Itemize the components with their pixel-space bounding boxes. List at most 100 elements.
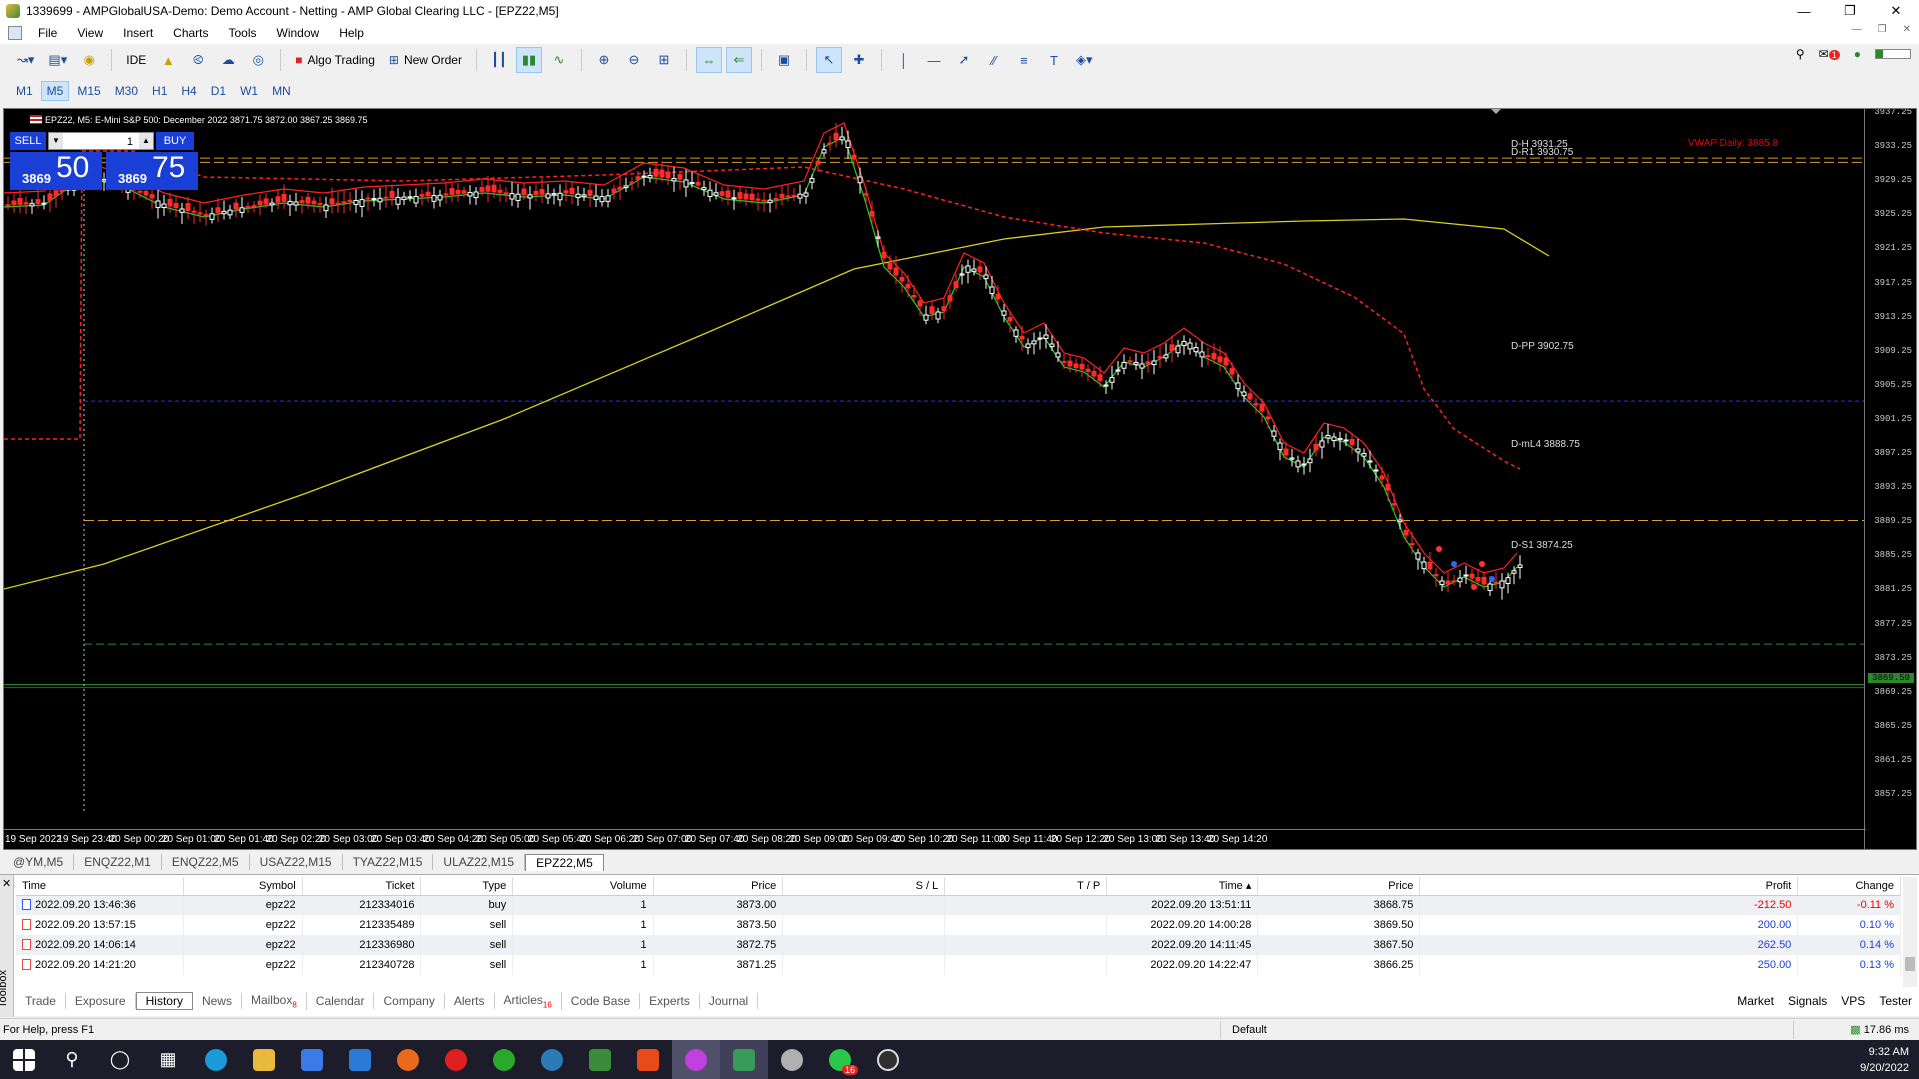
- market-watch-icon[interactable]: ◉: [76, 47, 102, 73]
- symbol-tab[interactable]: @YM,M5: [3, 854, 75, 870]
- obs-icon[interactable]: [864, 1040, 912, 1079]
- symbol-tab[interactable]: ENQZ22,M5: [162, 854, 250, 870]
- table-row[interactable]: 2022.09.20 13:46:36 epz22 212334016 buy 1 387…: [16, 895, 1901, 915]
- search-icon[interactable]: ⚲: [1796, 47, 1805, 61]
- tf-h1[interactable]: H1: [146, 81, 173, 101]
- tf-m30[interactable]: M30: [109, 81, 144, 101]
- cursor-icon[interactable]: ↖: [815, 47, 842, 73]
- close-button[interactable]: ✕: [1873, 0, 1919, 22]
- metatrader-app-icon[interactable]: [576, 1040, 624, 1079]
- trendline-icon[interactable]: ➚: [951, 47, 977, 73]
- system-clock[interactable]: 9:32 AM 9/20/2022: [1860, 1044, 1909, 1076]
- toolbox-link[interactable]: Tester: [1879, 994, 1912, 1008]
- sell-price-button[interactable]: 3869 50: [10, 151, 102, 190]
- search-taskbar-icon[interactable]: ⚲: [48, 1040, 96, 1079]
- toolbox-tab[interactable]: News: [193, 993, 242, 1009]
- menu-help[interactable]: Help: [329, 26, 374, 40]
- brave-icon[interactable]: [624, 1040, 672, 1079]
- task-view-icon[interactable]: ▦: [144, 1040, 192, 1079]
- edge-icon[interactable]: [192, 1040, 240, 1079]
- symbol-tab[interactable]: USAZ22,M15: [250, 854, 343, 870]
- line-chart-icon[interactable]: ∿: [546, 47, 572, 73]
- fibonacci-icon[interactable]: ≡: [1011, 47, 1037, 73]
- crosshair-icon[interactable]: ✚: [846, 47, 872, 73]
- mdi-minimize-button[interactable]: —: [1852, 24, 1862, 35]
- cloud-icon[interactable]: ☁: [215, 47, 241, 73]
- app-globe-icon[interactable]: [528, 1040, 576, 1079]
- toolbox-tab[interactable]: Calendar: [307, 993, 375, 1009]
- toolbox-link[interactable]: Market: [1737, 994, 1774, 1008]
- column-header[interactable]: Change: [1797, 877, 1901, 896]
- column-header[interactable]: Price: [653, 877, 784, 896]
- column-header[interactable]: Type: [420, 877, 514, 896]
- symbol-tab[interactable]: EPZ22,M5: [525, 853, 604, 871]
- algo-trading-button[interactable]: ■ Algo Trading: [290, 47, 380, 73]
- profiles-icon[interactable]: ▤▾: [43, 47, 72, 73]
- menu-view[interactable]: View: [67, 26, 113, 40]
- file-explorer-icon[interactable]: [240, 1040, 288, 1079]
- toolbox-tab[interactable]: Journal: [700, 993, 759, 1009]
- tf-mn[interactable]: MN: [266, 81, 297, 101]
- sell-button[interactable]: SELL: [10, 132, 46, 150]
- bar-chart-icon[interactable]: ┃┃: [486, 47, 512, 73]
- maximize-button[interactable]: ❐: [1827, 0, 1873, 22]
- column-header[interactable]: Profit: [1419, 877, 1799, 896]
- column-header[interactable]: T / P: [944, 877, 1108, 896]
- close-toolbox-icon[interactable]: ✕: [2, 877, 11, 890]
- trading-app-icon[interactable]: [720, 1040, 768, 1079]
- buy-price-button[interactable]: 3869 75: [106, 151, 198, 190]
- utorrent-icon[interactable]: [480, 1040, 528, 1079]
- mdi-close-button[interactable]: ✕: [1903, 24, 1911, 35]
- chat-app-icon[interactable]: [768, 1040, 816, 1079]
- tf-m1[interactable]: M1: [10, 81, 39, 101]
- history-scrollbar[interactable]: [1903, 877, 1917, 987]
- shapes-icon[interactable]: ◈▾: [1071, 47, 1098, 73]
- toolbox-tab[interactable]: Code Base: [562, 993, 641, 1009]
- scroll-thumb[interactable]: [1905, 957, 1915, 971]
- toolbox-tab[interactable]: Exposure: [66, 993, 136, 1009]
- table-row[interactable]: 2022.09.20 14:06:14 epz22 212336980 sell 1 38…: [16, 935, 1901, 955]
- toolbox-tab[interactable]: Experts: [640, 993, 700, 1009]
- tf-m15[interactable]: M15: [71, 81, 106, 101]
- mail-icon[interactable]: [336, 1040, 384, 1079]
- menu-insert[interactable]: Insert: [113, 26, 163, 40]
- table-row[interactable]: 2022.09.20 13:57:15 epz22 212335489 sell 1 38…: [16, 915, 1901, 935]
- column-header[interactable]: S / L: [782, 877, 946, 896]
- vps-icon[interactable]: ◎: [245, 47, 271, 73]
- horizontal-line-icon[interactable]: —: [921, 47, 947, 73]
- time-axis[interactable]: 19 Sep 2022 19 Sep 23:40 20 Sep 00:20 20 Se…: [4, 829, 1866, 849]
- chart-window-icon[interactable]: [8, 26, 22, 40]
- tf-h4[interactable]: H4: [175, 81, 202, 101]
- status-profile[interactable]: Default: [1232, 1024, 1267, 1036]
- price-axis[interactable]: 3937.25 3933.25 3929.25 3925.25 3921.25 3917.…: [1864, 109, 1916, 849]
- toolbox-tab[interactable]: Trade: [16, 993, 66, 1009]
- channel-icon[interactable]: ∕∕: [981, 47, 1007, 73]
- screenshot-icon[interactable]: ▣: [771, 47, 797, 73]
- tf-d1[interactable]: D1: [205, 81, 232, 101]
- symbol-tab[interactable]: ULAZ22,M15: [433, 854, 526, 870]
- chart-canvas[interactable]: [4, 109, 1866, 831]
- connection-icon[interactable]: ●: [1854, 47, 1861, 61]
- toolbox-tab[interactable]: Articles16: [495, 991, 562, 1011]
- tf-m5[interactable]: M5: [40, 81, 70, 101]
- store-icon[interactable]: [288, 1040, 336, 1079]
- candlestick-icon[interactable]: ▮▮: [515, 47, 542, 73]
- menu-tools[interactable]: Tools: [219, 26, 267, 40]
- symbol-tab[interactable]: TYAZ22,M15: [343, 854, 434, 870]
- new-chart-icon[interactable]: ↝▾: [12, 47, 39, 73]
- tile-windows-icon[interactable]: ⊞: [651, 47, 677, 73]
- whatsapp-icon[interactable]: 16: [816, 1040, 864, 1079]
- buy-button[interactable]: BUY: [156, 132, 194, 150]
- ide-button[interactable]: IDE: [121, 47, 151, 73]
- menu-file[interactable]: File: [28, 26, 67, 40]
- column-header[interactable]: Volume: [512, 877, 654, 896]
- mdi-restore-button[interactable]: ❐: [1878, 24, 1887, 35]
- zoom-in-icon[interactable]: ⊕: [591, 47, 617, 73]
- toolbox-link[interactable]: Signals: [1788, 994, 1827, 1008]
- column-header[interactable]: Time: [16, 877, 184, 896]
- menu-charts[interactable]: Charts: [163, 26, 218, 40]
- opera-icon[interactable]: [432, 1040, 480, 1079]
- chart-shift-icon[interactable]: ⇐: [725, 47, 752, 73]
- volume-up-icon[interactable]: ▲: [139, 133, 153, 149]
- column-header[interactable]: Price: [1257, 877, 1421, 896]
